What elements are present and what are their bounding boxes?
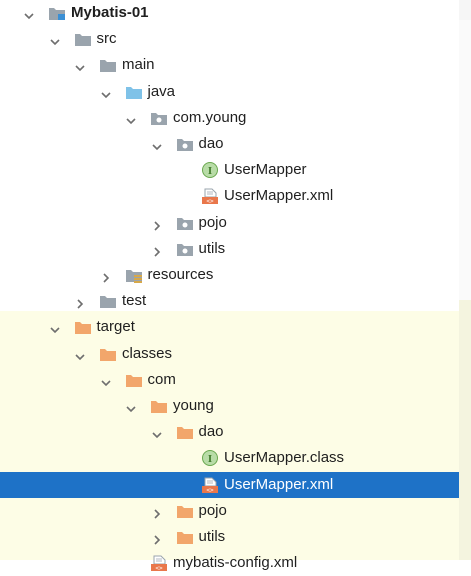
chevron-right-icon[interactable] — [152, 244, 162, 257]
chevron-right-icon[interactable] — [101, 270, 111, 283]
tree-item-mybatis-config-xml[interactable]: <> mybatis-config.xml — [0, 550, 471, 576]
tree-item-mybatis-01[interactable]: Mybatis-01 — [0, 0, 471, 26]
chevron-down-icon[interactable] — [75, 60, 85, 72]
tree-item-utils[interactable]: utils — [0, 524, 471, 550]
svg-text:I: I — [208, 453, 212, 465]
package-icon — [176, 215, 194, 231]
xml-file-icon: <> — [150, 555, 168, 572]
source-folder-icon — [125, 84, 143, 100]
tree-item-utils[interactable]: utils — [0, 236, 471, 262]
tree-item-label: UserMapper.class — [224, 449, 345, 467]
folder-icon — [99, 57, 117, 73]
tree-item-dao[interactable]: dao — [0, 419, 471, 445]
tree-item-label: com — [147, 370, 176, 388]
tree-item-main[interactable]: main — [0, 52, 471, 78]
tree-item-usermapper-xml[interactable]: <> UserMapper.xml — [0, 471, 459, 498]
excluded-folder-icon — [176, 503, 194, 519]
excluded-folder-icon — [176, 424, 194, 440]
chevron-right-icon[interactable] — [152, 218, 162, 231]
tree-item-java[interactable]: java — [0, 79, 471, 105]
package-icon — [150, 110, 168, 126]
package-icon — [176, 241, 194, 257]
chevron-down-icon[interactable] — [126, 401, 136, 413]
interface-icon: I — [201, 162, 219, 179]
svg-text:I: I — [208, 165, 212, 177]
excluded-folder-icon — [99, 346, 117, 362]
tree-item-label: main — [122, 56, 155, 74]
tree-item-label: utils — [198, 528, 226, 545]
chevron-down-icon[interactable] — [151, 139, 162, 151]
chevron-down-icon[interactable] — [100, 375, 111, 386]
chevron-down-icon[interactable] — [49, 34, 60, 46]
tree-item-label: target — [96, 318, 135, 336]
excluded-folder-icon — [176, 529, 194, 545]
module-folder-icon — [48, 5, 66, 21]
tree-item-usermapper-xml[interactable]: <> UserMapper.xml — [0, 183, 471, 209]
chevron-right-icon[interactable] — [75, 296, 85, 309]
excluded-folder-icon — [150, 398, 168, 414]
interface-icon: I — [201, 450, 219, 467]
chevron-down-icon[interactable] — [126, 113, 136, 124]
tree-item-label: pojo — [198, 213, 227, 231]
tree-item-label: UserMapper.xml — [224, 475, 334, 493]
tree-item-com[interactable]: com — [0, 367, 471, 393]
chevron-down-icon[interactable] — [100, 87, 111, 98]
chevron-down-icon[interactable] — [151, 427, 162, 439]
tree-item-label: src — [96, 30, 117, 48]
tree-item-usermapper[interactable]: I UserMapper — [0, 157, 471, 183]
xml-file-icon: <> — [201, 188, 219, 205]
chevron-down-icon[interactable] — [49, 322, 60, 334]
svg-text:<>: <> — [206, 487, 214, 493]
tree-item-label: resources — [147, 266, 214, 283]
tree-item-label: dao — [198, 423, 224, 441]
tree-item-label: Mybatis-01 — [71, 4, 149, 21]
tree-item-label: young — [173, 397, 214, 414]
tree-item-resources[interactable]: resources — [0, 262, 471, 288]
tree-item-label: java — [147, 82, 176, 100]
folder-icon — [74, 31, 92, 47]
tree-item-label: utils — [198, 239, 226, 257]
tree-item-label: UserMapper.xml — [224, 187, 334, 205]
folder-icon — [99, 293, 117, 309]
tree-item-dao[interactable]: dao — [0, 131, 471, 157]
xml-file-icon: <> — [201, 477, 219, 494]
chevron-right-icon[interactable] — [152, 506, 162, 519]
tree-item-label: classes — [122, 344, 173, 362]
tree-item-label: pojo — [198, 501, 227, 519]
tree-item-label: mybatis-config.xml — [173, 554, 298, 572]
chevron-down-icon[interactable] — [24, 8, 34, 20]
chevron-right-icon[interactable] — [152, 532, 162, 545]
tree-item-label: com.young — [173, 108, 247, 126]
tree-item-label: test — [122, 292, 147, 310]
tree-item-young[interactable]: young — [0, 393, 471, 419]
package-icon — [176, 136, 194, 152]
chevron-down-icon[interactable] — [75, 349, 85, 360]
tree-item-classes[interactable]: classes — [0, 341, 471, 367]
tree-item-com-young[interactable]: com.young — [0, 105, 471, 131]
tree-item-label: UserMapper — [224, 161, 307, 179]
tree-item-target[interactable]: target — [0, 314, 471, 340]
svg-text:<>: <> — [155, 565, 163, 571]
tree-item-test[interactable]: test — [0, 288, 471, 314]
svg-text:<>: <> — [206, 198, 214, 204]
excluded-folder-icon — [125, 372, 143, 388]
tree-item-pojo[interactable]: pojo — [0, 210, 471, 236]
tree-item-label: dao — [198, 135, 224, 152]
excluded-folder-icon — [74, 319, 92, 335]
tree-item-pojo[interactable]: pojo — [0, 498, 471, 524]
tree-item-usermapper-class[interactable]: I UserMapper.class — [0, 445, 471, 471]
resources-folder-icon — [125, 267, 143, 283]
tree-item-src[interactable]: src — [0, 26, 471, 52]
